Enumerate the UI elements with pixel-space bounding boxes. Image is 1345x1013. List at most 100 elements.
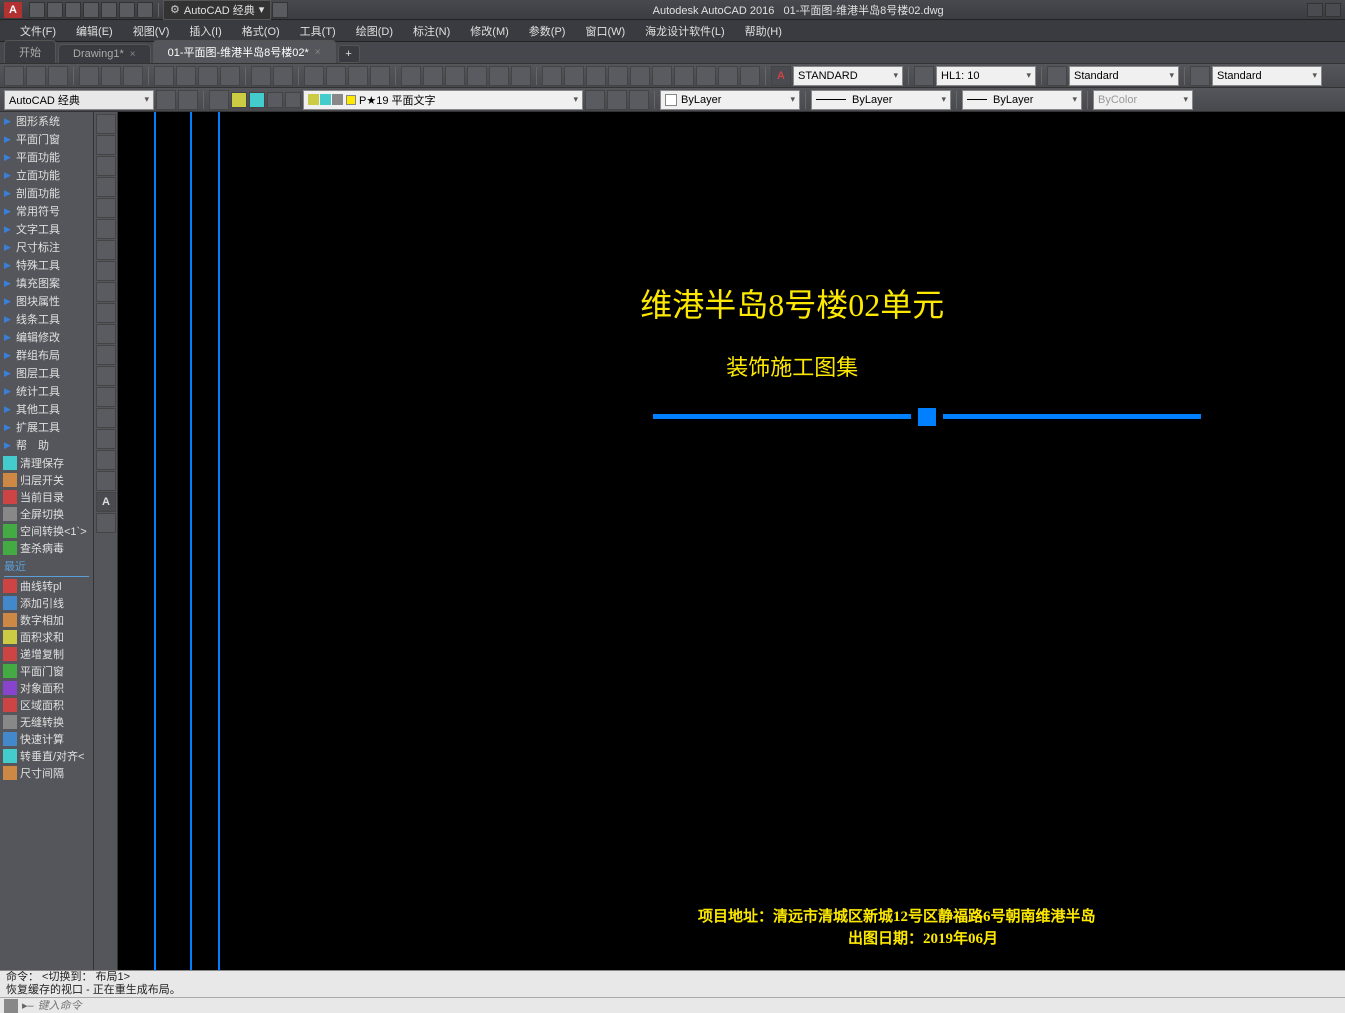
tool-publish-icon[interactable] [123,66,143,86]
tool-sheetset-icon[interactable] [467,66,487,86]
app-logo-icon[interactable]: A [4,2,22,18]
tool-layer-make-icon[interactable] [585,90,605,110]
tool-textstyle-icon[interactable]: A [771,66,791,86]
recent-item-11[interactable]: 尺寸间隔 [0,764,93,781]
layer-combo[interactable]: P★19 平面文字 ▾ [303,90,583,110]
tool-revcloud-icon[interactable] [96,261,116,281]
tool-xline-icon[interactable] [96,135,116,155]
util-item-0[interactable]: 清理保存 [0,454,93,471]
layer-sun-icon[interactable] [231,92,247,108]
tool-ellipsearc-icon[interactable] [96,324,116,344]
recent-item-3[interactable]: 面积求和 [0,628,93,645]
tool-block-icon[interactable] [96,366,116,386]
palette-group-1[interactable]: ▶平面门窗 [0,130,93,148]
tool-spline-icon[interactable] [96,282,116,302]
palette-group-3[interactable]: ▶立面功能 [0,166,93,184]
palette-group-14[interactable]: ▶图层工具 [0,364,93,382]
tool-plot-icon[interactable] [79,66,99,86]
plotstyle-combo[interactable]: ByColor▾ [1093,90,1193,110]
recent-item-5[interactable]: 平面门窗 [0,662,93,679]
menu-draw[interactable]: 绘图(D) [346,21,403,41]
tool-polyline-icon[interactable] [96,156,116,176]
linetype-combo[interactable]: ByLayer▾ [811,90,951,110]
add-tab-button[interactable]: + [338,45,360,63]
workspace-combo[interactable]: AutoCAD 经典▾ [4,90,154,110]
qat-print-icon[interactable] [101,2,117,18]
tool-dimstyle-icon[interactable] [914,66,934,86]
tool-pan-icon[interactable] [304,66,324,86]
recent-item-8[interactable]: 无缝转换 [0,713,93,730]
palette-group-2[interactable]: ▶平面功能 [0,148,93,166]
tablestyle-combo[interactable]: Standard▾ [1069,66,1179,86]
tool-circle-icon[interactable] [96,240,116,260]
tool-arc-icon[interactable] [96,219,116,239]
qat-new-icon[interactable] [29,2,45,18]
tool-properties-icon[interactable] [401,66,421,86]
palette-group-18[interactable]: ▶帮 助 [0,436,93,454]
palette-group-16[interactable]: ▶其他工具 [0,400,93,418]
menu-file[interactable]: 文件(F) [10,21,66,41]
menu-hailong[interactable]: 海龙设计软件(L) [635,21,734,41]
palette-group-10[interactable]: ▶图块属性 [0,292,93,310]
util-item-2[interactable]: 当前目录 [0,488,93,505]
tool-copy-icon[interactable] [176,66,196,86]
tool-gradient-icon[interactable] [96,429,116,449]
tool-dim-linear-icon[interactable] [542,66,562,86]
close-icon[interactable]: × [130,49,136,60]
tool-dim-continue-icon[interactable] [740,66,760,86]
tool-dim-quick-icon[interactable] [696,66,716,86]
tool-tablestyle-icon[interactable] [1047,66,1067,86]
util-item-3[interactable]: 全屏切换 [0,505,93,522]
tool-point-icon[interactable] [96,387,116,407]
tool-paste-icon[interactable] [198,66,218,86]
tab-start[interactable]: 开始 [4,40,56,63]
tool-cut-icon[interactable] [154,66,174,86]
drawing-canvas[interactable]: 维港半岛8号楼02单元 装饰施工图集 项目地址：清远市清城区新城12号区静福路6… [118,112,1345,970]
tool-layer-props-icon[interactable] [209,90,229,110]
palette-group-7[interactable]: ▶尺寸标注 [0,238,93,256]
palette-group-11[interactable]: ▶线条工具 [0,310,93,328]
menu-insert[interactable]: 插入(I) [179,21,231,41]
recent-item-0[interactable]: 曲线转pl [0,577,93,594]
tool-polygon-icon[interactable] [96,177,116,197]
palette-group-9[interactable]: ▶填充图案 [0,274,93,292]
color-combo[interactable]: ByLayer▾ [660,90,800,110]
tool-toolpalette-icon[interactable] [445,66,465,86]
tool-designcenter-icon[interactable] [423,66,443,86]
tool-new-icon[interactable] [4,66,24,86]
tool-hatch-icon[interactable] [96,408,116,428]
lineweight-combo[interactable]: ByLayer▾ [962,90,1082,110]
tool-open-icon[interactable] [26,66,46,86]
tool-insert-icon[interactable] [96,345,116,365]
tool-ws-save-icon[interactable] [178,90,198,110]
tool-ellipse-icon[interactable] [96,303,116,323]
tab-current-drawing[interactable]: 01-平面图-维港半岛8号楼02*× [153,40,336,63]
tab-drawing1[interactable]: Drawing1*× [58,44,151,63]
menu-tools[interactable]: 工具(T) [290,21,346,41]
qat-saveas-icon[interactable] [83,2,99,18]
util-item-4[interactable]: 空间转换<1`> [0,522,93,539]
tool-table-icon[interactable] [96,471,116,491]
recent-item-4[interactable]: 递增复制 [0,645,93,662]
palette-group-8[interactable]: ▶特殊工具 [0,256,93,274]
command-toggle-icon[interactable] [4,999,18,1013]
tool-zoom-icon[interactable] [326,66,346,86]
tool-layer-prev-icon[interactable] [607,90,627,110]
menu-parametric[interactable]: 参数(P) [519,21,576,41]
palette-group-17[interactable]: ▶扩展工具 [0,418,93,436]
palette-group-15[interactable]: ▶统计工具 [0,382,93,400]
menu-modify[interactable]: 修改(M) [460,21,519,41]
tool-zoom-prev-icon[interactable] [370,66,390,86]
workspace-selector[interactable]: ⚙ AutoCAD 经典 ▾ [163,0,271,20]
recent-item-1[interactable]: 添加引线 [0,594,93,611]
layer-freeze-icon[interactable] [249,92,265,108]
tool-match-icon[interactable] [220,66,240,86]
palette-group-4[interactable]: ▶剖面功能 [0,184,93,202]
menu-dimension[interactable]: 标注(N) [403,21,460,41]
palette-group-5[interactable]: ▶常用符号 [0,202,93,220]
tool-dim-aligned-icon[interactable] [564,66,584,86]
textstyle-combo[interactable]: STANDARD▾ [793,66,903,86]
palette-group-6[interactable]: ▶文字工具 [0,220,93,238]
palette-group-13[interactable]: ▶群组布局 [0,346,93,364]
qat-redo-icon[interactable] [137,2,153,18]
